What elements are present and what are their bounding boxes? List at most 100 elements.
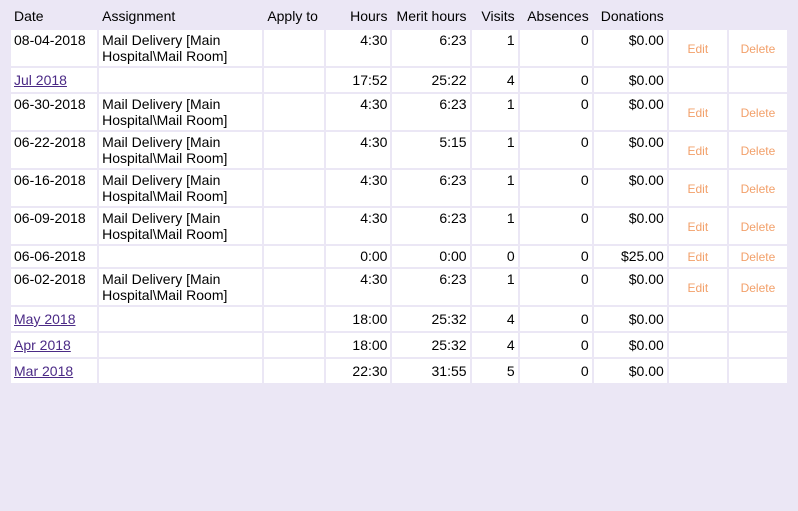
hours-cell: 4:30 <box>326 132 391 168</box>
table-row: 08-04-2018 Mail Delivery [Main Hospital\M… <box>11 30 787 66</box>
hours-log-table: Date Assignment Apply to Hours Merit hou… <box>9 6 789 385</box>
delete-link[interactable]: Delete <box>741 144 776 158</box>
absences-cell: 0 <box>519 208 592 244</box>
header-edit-blank <box>669 8 727 28</box>
edit-cell: Edit <box>668 132 727 168</box>
absences-cell: 0 <box>519 94 592 130</box>
edit-link[interactable]: Edit <box>687 220 708 234</box>
delete-cell <box>728 359 787 383</box>
merit-hours-cell: 6:23 <box>392 94 470 130</box>
header-donations: Donations <box>600 8 664 24</box>
merit-hours-cell: 25:32 <box>392 307 470 331</box>
header-delete-blank <box>729 8 787 28</box>
edit-cell <box>668 359 727 383</box>
date-cell: 06-22-2018 <box>11 132 98 168</box>
edit-cell: Edit <box>668 269 727 305</box>
hours-cell: 18:00 <box>326 307 391 331</box>
delete-cell: Delete <box>728 30 787 66</box>
assignment-cell: Mail Delivery [Main Hospital\Mail Room] <box>99 269 263 305</box>
apply-to-cell <box>264 307 325 331</box>
apply-to-cell <box>264 68 325 92</box>
table-row: 06-16-2018 Mail Delivery [Main Hospital\M… <box>11 170 787 206</box>
delete-link[interactable]: Delete <box>741 42 776 56</box>
visits-cell: 1 <box>471 94 518 130</box>
assignment-cell: Mail Delivery [Main Hospital\Mail Room] <box>99 30 263 66</box>
delete-link[interactable]: Delete <box>741 250 776 264</box>
edit-cell <box>668 68 727 92</box>
hours-cell: 4:30 <box>326 30 391 66</box>
hours-cell: 18:00 <box>326 333 391 357</box>
absences-cell: 0 <box>519 269 592 305</box>
apply-to-cell <box>264 333 325 357</box>
hours-cell: 4:30 <box>326 208 391 244</box>
header-hours: Hours <box>350 8 388 24</box>
delete-link[interactable]: Delete <box>741 182 776 196</box>
apply-to-cell <box>264 359 325 383</box>
edit-link[interactable]: Edit <box>687 281 708 295</box>
donations-cell: $0.00 <box>593 333 667 357</box>
edit-cell: Edit <box>668 30 727 66</box>
date-cell: Apr 2018 <box>11 333 98 357</box>
month-summary-row: Mar 2018 22:30 31:55 5 0 $0.00 <box>11 359 787 383</box>
table-row: 06-02-2018 Mail Delivery [Main Hospital\M… <box>11 269 787 305</box>
date-cell: 06-16-2018 <box>11 170 98 206</box>
header-absences: Absences <box>527 8 589 24</box>
visits-cell: 1 <box>471 30 518 66</box>
apply-to-cell <box>264 30 325 66</box>
header-merit-hours: Merit hours <box>396 8 467 24</box>
merit-hours-cell: 6:23 <box>392 170 470 206</box>
apply-to-cell <box>264 94 325 130</box>
date-cell: 08-04-2018 <box>11 30 98 66</box>
donations-cell: $0.00 <box>593 307 667 331</box>
merit-hours-cell: 6:23 <box>392 208 470 244</box>
hours-cell: 0:00 <box>326 246 391 267</box>
apply-to-cell <box>264 208 325 244</box>
month-link[interactable]: Jul 2018 <box>14 72 67 88</box>
assignment-cell: Mail Delivery [Main Hospital\Mail Room] <box>99 132 263 168</box>
edit-link[interactable]: Edit <box>687 106 708 120</box>
table-row: 06-30-2018 Mail Delivery [Main Hospital\M… <box>11 94 787 130</box>
edit-link[interactable]: Edit <box>687 182 708 196</box>
delete-cell: Delete <box>728 170 787 206</box>
merit-hours-cell: 5:15 <box>392 132 470 168</box>
date-cell: Jul 2018 <box>11 68 98 92</box>
visits-cell: 1 <box>471 269 518 305</box>
visits-cell: 4 <box>471 68 518 92</box>
hours-cell: 4:30 <box>326 269 391 305</box>
delete-cell <box>728 68 787 92</box>
month-link[interactable]: May 2018 <box>14 311 75 327</box>
donations-cell: $0.00 <box>593 132 667 168</box>
delete-cell: Delete <box>728 246 787 267</box>
hours-cell: 17:52 <box>326 68 391 92</box>
visits-cell: 5 <box>471 359 518 383</box>
header-apply-to: Apply to <box>267 8 318 24</box>
date-cell: Mar 2018 <box>11 359 98 383</box>
edit-link[interactable]: Edit <box>687 250 708 264</box>
edit-link[interactable]: Edit <box>687 42 708 56</box>
edit-link[interactable]: Edit <box>687 144 708 158</box>
header-assignment: Assignment <box>102 8 176 24</box>
absences-cell: 0 <box>519 30 592 66</box>
delete-link[interactable]: Delete <box>741 220 776 234</box>
delete-cell: Delete <box>728 94 787 130</box>
absences-cell: 0 <box>519 333 592 357</box>
month-link[interactable]: Mar 2018 <box>14 363 73 379</box>
absences-cell: 0 <box>519 307 592 331</box>
donations-cell: $0.00 <box>593 208 667 244</box>
visits-cell: 1 <box>471 132 518 168</box>
delete-link[interactable]: Delete <box>741 106 776 120</box>
donations-cell: $0.00 <box>593 170 667 206</box>
edit-cell: Edit <box>668 246 727 267</box>
delete-link[interactable]: Delete <box>741 281 776 295</box>
merit-hours-cell: 25:32 <box>392 333 470 357</box>
absences-cell: 0 <box>519 359 592 383</box>
date-cell: May 2018 <box>11 307 98 331</box>
month-link[interactable]: Apr 2018 <box>14 337 71 353</box>
absences-cell: 0 <box>519 68 592 92</box>
month-summary-row: May 2018 18:00 25:32 4 0 $0.00 <box>11 307 787 331</box>
absences-cell: 0 <box>519 170 592 206</box>
edit-cell <box>668 307 727 331</box>
visits-cell: 4 <box>471 333 518 357</box>
apply-to-cell <box>264 132 325 168</box>
delete-cell <box>728 307 787 331</box>
